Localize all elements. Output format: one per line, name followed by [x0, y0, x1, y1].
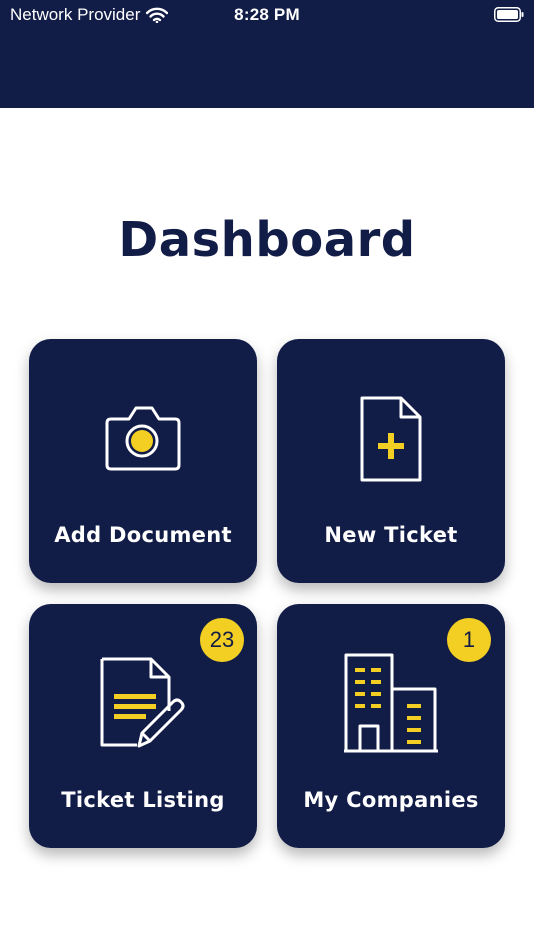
battery-icon: [494, 7, 524, 22]
status-time: 8:28 PM: [234, 5, 300, 24]
my-companies-label: My Companies: [303, 788, 479, 812]
ticket-listing-tile[interactable]: 23 Ticket Listing: [29, 604, 257, 848]
add-document-tile[interactable]: Add Document: [29, 339, 257, 583]
status-bar: Network Provider 8:28 PM: [0, 0, 534, 32]
app-header: Network Provider 8:28 PM: [0, 0, 534, 108]
buildings-icon: [277, 652, 505, 754]
new-ticket-tile[interactable]: New Ticket: [277, 339, 505, 583]
add-document-label: Add Document: [54, 523, 232, 547]
my-companies-tile[interactable]: 1 My Companies: [277, 604, 505, 848]
document-edit-icon: [29, 656, 257, 750]
new-document-icon: [277, 395, 505, 483]
camera-icon: [29, 401, 257, 473]
ticket-listing-label: Ticket Listing: [61, 788, 225, 812]
page-title: Dashboard: [118, 212, 416, 268]
new-ticket-label: New Ticket: [324, 523, 458, 547]
